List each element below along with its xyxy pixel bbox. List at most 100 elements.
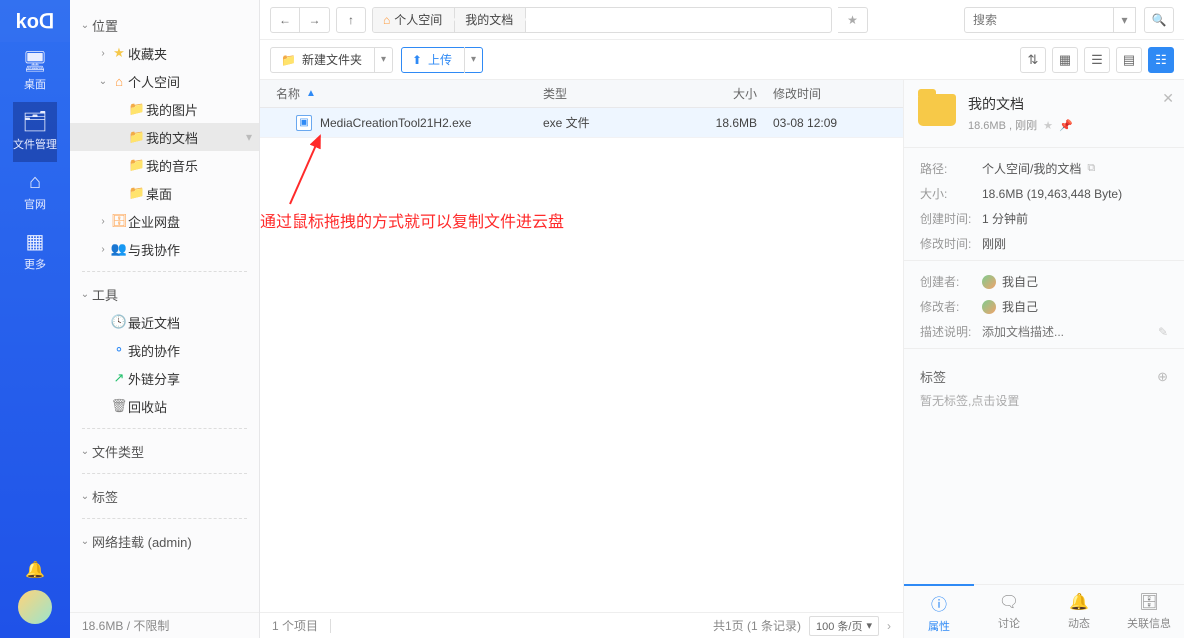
tree-item[interactable]: ↗外链分享 — [70, 364, 259, 392]
new-folder-button[interactable]: 📁 新建文件夹 ▾ — [270, 47, 393, 73]
avatar[interactable] — [18, 590, 52, 624]
view-detail-button[interactable]: ☷ — [1148, 47, 1174, 73]
tree-item[interactable]: 📁我的图片 — [70, 95, 259, 123]
nav-forward-button[interactable]: → — [300, 7, 330, 33]
tree-item[interactable]: ⌄⌂个人空间 — [70, 67, 259, 95]
folder-icon: 📁 — [281, 53, 296, 67]
tree-item[interactable]: ›🗄企业网盘 — [70, 207, 259, 235]
detail-tab-discuss[interactable]: 🗨讨论 — [974, 585, 1044, 638]
fldr-icon: 📁 — [128, 157, 146, 173]
modifier-value: 我自己 — [1002, 298, 1038, 315]
tree-sidebar: ⌄位置›★收藏夹⌄⌂个人空间📁我的图片📁我的文档▾📁我的音乐📁桌面›🗄企业网盘›… — [70, 0, 260, 638]
nav-back-button[interactable]: ← — [270, 7, 300, 33]
search-button[interactable]: 🔍 — [1144, 7, 1174, 33]
tree-item[interactable]: 🕓最近文档 — [70, 308, 259, 336]
col-name[interactable]: 名称▲ — [260, 85, 543, 102]
user-icon: 👥 — [110, 241, 128, 257]
chevron-down-icon[interactable]: ▾ — [374, 47, 392, 73]
edit-icon[interactable]: ✎ — [1158, 325, 1168, 339]
logo: koᗡ — [0, 0, 70, 42]
close-icon[interactable]: ✕ — [1162, 90, 1174, 107]
creator-label: 创建者: — [920, 273, 982, 290]
tree-item-label: 企业网盘 — [128, 212, 180, 231]
nav-label: 官网 — [24, 196, 46, 212]
nav-label: 更多 — [24, 256, 46, 272]
search-scope-dropdown[interactable]: ▾ — [1114, 7, 1136, 33]
description-input[interactable] — [982, 325, 1152, 339]
page-next-icon[interactable]: › — [887, 619, 891, 633]
detail-subtitle: 18.6MB , 刚刚 ★ 📌 — [968, 117, 1073, 133]
file-row[interactable]: ▣MediaCreationTool21H2.exeexe 文件18.6MB03… — [260, 108, 903, 138]
tree-section-header[interactable]: ⌄文件类型 — [70, 437, 259, 465]
detail-tab-activity[interactable]: 🔔动态 — [1044, 585, 1114, 638]
pin-icon[interactable]: 📌 — [1059, 119, 1073, 132]
nav-files[interactable]: 🗂文件管理 — [13, 102, 57, 162]
view-columns-button[interactable]: ▤ — [1116, 47, 1142, 73]
mtime-label: 修改时间: — [920, 235, 982, 252]
breadcrumb-segment[interactable]: 我的文档 — [455, 8, 526, 32]
home-icon: ⌂ — [110, 74, 128, 89]
favorite-toggle[interactable]: ★ — [838, 7, 868, 33]
col-mtime[interactable]: 修改时间 — [773, 85, 903, 102]
chevron-down-icon[interactable]: ▾ — [464, 47, 482, 73]
nav-up-button[interactable]: ↑ — [336, 7, 366, 33]
detail-tab-props[interactable]: ⓘ 属性 — [904, 584, 974, 638]
fldr-icon: 📁 — [128, 129, 146, 145]
col-size[interactable]: 大小 — [693, 85, 773, 102]
detail-tab-label: 属性 — [928, 618, 950, 634]
creator-value: 我自己 — [1002, 273, 1038, 290]
col-type[interactable]: 类型 — [543, 85, 693, 102]
view-sort-button[interactable]: ⇅ — [1020, 47, 1046, 73]
tree-item-label: 桌面 — [146, 184, 172, 203]
tree-item[interactable]: 📁桌面 — [70, 179, 259, 207]
breadcrumb: ⌂个人空间我的文档 — [372, 7, 832, 33]
bell-icon[interactable]: 🔔 — [0, 550, 70, 590]
annotation-text: 通过鼠标拖拽的方式就可以复制文件进云盘 — [260, 208, 564, 232]
tree-section-header[interactable]: ⌄工具 — [70, 280, 259, 308]
upload-button[interactable]: ⬆ 上传 ▾ — [401, 47, 483, 73]
detail-tab-related[interactable]: 🗄关联信息 — [1114, 585, 1184, 638]
tree-item[interactable]: 🗑回收站 — [70, 392, 259, 420]
search-input[interactable] — [964, 7, 1114, 33]
storage-usage: 18.6MB / 不限制 — [70, 612, 259, 638]
icon-sidebar: koᗡ 🖥桌面🗂文件管理 ⌂ 官网 ▦更多 🔔 — [0, 0, 70, 638]
nav-more[interactable]: ▦更多 — [13, 222, 57, 282]
add-tag-icon[interactable]: ⊕ — [1157, 369, 1168, 385]
detail-tab-related-icon: 🗄 — [1139, 592, 1159, 612]
folder-icon — [918, 94, 956, 126]
fldr-icon: 📁 — [128, 185, 146, 201]
size-label: 大小: — [920, 185, 982, 202]
tree-item[interactable]: 📁我的音乐 — [70, 151, 259, 179]
nav-label: 桌面 — [24, 76, 46, 92]
tree-section-header[interactable]: ⌄网络挂载 (admin) — [70, 527, 259, 555]
user-avatar-icon — [982, 275, 996, 289]
fldr-icon: 📁 — [128, 101, 146, 117]
tree-item[interactable]: ⚬我的协作 — [70, 336, 259, 364]
item-count: 1 个项目 — [272, 617, 318, 634]
nav-desktop[interactable]: 🖥桌面 — [13, 42, 57, 102]
view-list-button[interactable]: ☰ — [1084, 47, 1110, 73]
tree-item[interactable]: 📁我的文档▾ — [70, 123, 259, 151]
view-icons-button[interactable]: ▦ — [1052, 47, 1078, 73]
tree-section-header[interactable]: ⌄位置 — [70, 11, 259, 39]
star-icon[interactable]: ★ — [1043, 119, 1053, 132]
detail-tab-discuss-icon: 🗨 — [999, 592, 1019, 612]
detail-tab-props-icon: ⓘ — [931, 591, 947, 615]
disk-icon: 🗄 — [110, 213, 128, 229]
tree-section-header[interactable]: ⌄标签 — [70, 482, 259, 510]
modifier-label: 修改者: — [920, 298, 982, 315]
tree-item-menu[interactable]: ▾ — [239, 123, 259, 151]
tree-item[interactable]: ›★收藏夹 — [70, 39, 259, 67]
breadcrumb-segment[interactable]: ⌂个人空间 — [373, 8, 455, 32]
tags-empty[interactable]: 暂无标签,点击设置 — [904, 390, 1184, 419]
page-size-select[interactable]: 100 条/页▾ — [809, 616, 879, 636]
new-folder-label: 新建文件夹 — [302, 51, 362, 68]
home-icon: ⌂ — [383, 13, 390, 27]
tree-item[interactable]: ›👥与我协作 — [70, 235, 259, 263]
desc-label: 描述说明: — [920, 323, 982, 340]
share-icon: ⚬ — [110, 342, 128, 358]
ctime-label: 创建时间: — [920, 210, 982, 227]
nav-site[interactable]: ⌂ 官网 — [13, 162, 57, 222]
copy-icon[interactable]: ⧉ — [1087, 162, 1095, 175]
nav-site-icon: ⌂ — [29, 172, 41, 192]
